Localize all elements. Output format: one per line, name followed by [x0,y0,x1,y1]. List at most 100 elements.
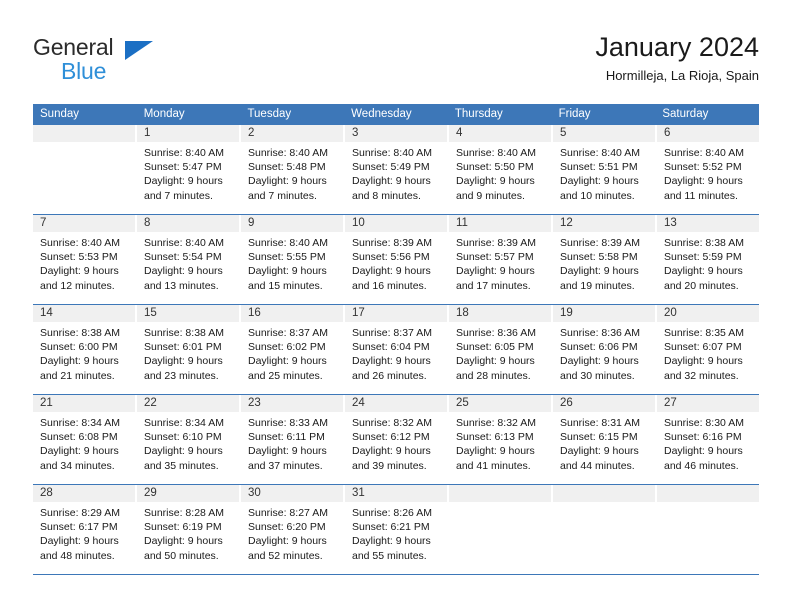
weekday-header-thursday: Thursday [454,108,503,120]
calendar-week-row: 28 Sunrise: 8:29 AM Sunset: 6:17 PM Dayligh… [33,485,759,575]
daylight-duration-line2: and 30 minutes. [560,369,635,382]
day-number: 24 [345,395,447,412]
sunset-time: Sunset: 5:54 PM [144,251,222,264]
day-cell[interactable]: 9 Sunrise: 8:40 AM Sunset: 5:55 PM Daylight… [241,215,345,304]
day-details: Sunrise: 8:39 AM Sunset: 5:58 PM Daylight:… [553,232,655,293]
day-cell[interactable]: 31 Sunrise: 8:26 AM Sunset: 6:21 PM Dayligh… [345,485,449,574]
sunset-time: Sunset: 5:52 PM [664,161,742,174]
day-cell[interactable]: 23 Sunrise: 8:33 AM Sunset: 6:11 PM Dayligh… [241,395,345,484]
day-cell[interactable]: 7 Sunrise: 8:40 AM Sunset: 5:53 PM Daylight… [33,215,137,304]
day-details: Sunrise: 8:40 AM Sunset: 5:47 PM Daylight:… [137,142,239,203]
sunset-time: Sunset: 6:15 PM [560,431,638,444]
day-cell[interactable]: 30 Sunrise: 8:27 AM Sunset: 6:20 PM Dayligh… [241,485,345,574]
sunset-time: Sunset: 6:01 PM [144,341,222,354]
location-subtitle: Hormilleja, La Rioja, Spain [605,68,759,83]
sunset-time: Sunset: 5:58 PM [560,251,638,264]
daylight-duration-line2: and 50 minutes. [144,549,219,562]
day-number: 28 [33,485,135,502]
day-cell[interactable]: 8 Sunrise: 8:40 AM Sunset: 5:54 PM Daylight… [137,215,241,304]
day-cell[interactable]: 25 Sunrise: 8:32 AM Sunset: 6:13 PM Dayligh… [449,395,553,484]
sunset-time: Sunset: 5:59 PM [664,251,742,264]
daylight-duration-line2: and 19 minutes. [560,279,635,292]
sunset-time: Sunset: 5:56 PM [352,251,430,264]
sunset-time: Sunset: 5:49 PM [352,161,430,174]
daylight-duration-line1: Daylight: 9 hours [352,175,431,188]
day-number: 9 [241,215,343,232]
day-details: Sunrise: 8:33 AM Sunset: 6:11 PM Daylight:… [241,412,343,473]
daylight-duration-line2: and 32 minutes. [664,369,739,382]
daylight-duration-line2: and 48 minutes. [40,549,115,562]
day-number: 30 [241,485,343,502]
daylight-duration-line1: Daylight: 9 hours [664,355,743,368]
day-number: 5 [553,125,655,142]
sunrise-time: Sunrise: 8:36 AM [560,327,640,339]
sunrise-time: Sunrise: 8:40 AM [456,147,536,159]
day-number: 20 [657,305,759,322]
day-cell[interactable]: 2 Sunrise: 8:40 AM Sunset: 5:48 PM Daylight… [241,125,345,214]
sunrise-time: Sunrise: 8:34 AM [144,417,224,429]
sunrise-time: Sunrise: 8:40 AM [248,237,328,249]
day-cell[interactable]: 14 Sunrise: 8:38 AM Sunset: 6:00 PM Dayligh… [33,305,137,394]
day-number: 22 [137,395,239,412]
sunrise-time: Sunrise: 8:35 AM [664,327,744,339]
sunrise-time: Sunrise: 8:40 AM [144,237,224,249]
day-details: Sunrise: 8:28 AM Sunset: 6:19 PM Daylight:… [137,502,239,563]
day-cell[interactable]: 1 Sunrise: 8:40 AM Sunset: 5:47 PM Daylight… [137,125,241,214]
day-number: 11 [449,215,551,232]
weekday-header-monday: Monday [143,108,185,120]
daylight-duration-line1: Daylight: 9 hours [40,535,119,548]
weekday-header-saturday: Saturday [662,108,709,120]
generalblue-logo[interactable]: General Blue [33,34,233,88]
day-cell[interactable]: 20 Sunrise: 8:35 AM Sunset: 6:07 PM Dayligh… [657,305,759,394]
sunrise-time: Sunrise: 8:26 AM [352,507,432,519]
daylight-duration-line1: Daylight: 9 hours [664,445,743,458]
day-cell[interactable]: 10 Sunrise: 8:39 AM Sunset: 5:56 PM Dayligh… [345,215,449,304]
weekday-header-row: Sunday Monday Tuesday Wednesday Thursday Frid… [33,104,759,125]
daylight-duration-line1: Daylight: 9 hours [456,355,535,368]
day-cell-empty [657,485,759,574]
day-cell[interactable]: 28 Sunrise: 8:29 AM Sunset: 6:17 PM Dayligh… [33,485,137,574]
daylight-duration-line2: and 17 minutes. [456,279,531,292]
day-details: Sunrise: 8:40 AM Sunset: 5:52 PM Daylight:… [657,142,759,203]
day-cell[interactable]: 17 Sunrise: 8:37 AM Sunset: 6:04 PM Dayligh… [345,305,449,394]
sunrise-time: Sunrise: 8:40 AM [664,147,744,159]
day-number: 8 [137,215,239,232]
day-cell[interactable]: 13 Sunrise: 8:38 AM Sunset: 5:59 PM Dayligh… [657,215,759,304]
daylight-duration-line1: Daylight: 9 hours [144,535,223,548]
day-cell[interactable]: 18 Sunrise: 8:36 AM Sunset: 6:05 PM Dayligh… [449,305,553,394]
calendar-page: General Blue January 2024 Hormilleja, La… [0,0,792,612]
daylight-duration-line2: and 34 minutes. [40,459,115,472]
day-details: Sunrise: 8:38 AM Sunset: 6:00 PM Daylight:… [33,322,135,383]
sunrise-time: Sunrise: 8:40 AM [248,147,328,159]
day-cell[interactable]: 26 Sunrise: 8:31 AM Sunset: 6:15 PM Dayligh… [553,395,657,484]
day-number: 23 [241,395,343,412]
sunrise-time: Sunrise: 8:31 AM [560,417,640,429]
sunrise-time: Sunrise: 8:27 AM [248,507,328,519]
sunrise-time: Sunrise: 8:40 AM [144,147,224,159]
day-cell[interactable]: 5 Sunrise: 8:40 AM Sunset: 5:51 PM Daylight… [553,125,657,214]
day-cell[interactable]: 29 Sunrise: 8:28 AM Sunset: 6:19 PM Dayligh… [137,485,241,574]
day-cell[interactable]: 11 Sunrise: 8:39 AM Sunset: 5:57 PM Dayligh… [449,215,553,304]
day-cell[interactable]: 4 Sunrise: 8:40 AM Sunset: 5:50 PM Daylight… [449,125,553,214]
daylight-duration-line1: Daylight: 9 hours [560,265,639,278]
day-cell[interactable]: 3 Sunrise: 8:40 AM Sunset: 5:49 PM Daylight… [345,125,449,214]
day-details: Sunrise: 8:36 AM Sunset: 6:06 PM Daylight:… [553,322,655,383]
sunset-time: Sunset: 5:47 PM [144,161,222,174]
day-cell[interactable]: 27 Sunrise: 8:30 AM Sunset: 6:16 PM Dayligh… [657,395,759,484]
daylight-duration-line2: and 39 minutes. [352,459,427,472]
day-cell[interactable]: 24 Sunrise: 8:32 AM Sunset: 6:12 PM Dayligh… [345,395,449,484]
day-number: 27 [657,395,759,412]
day-cell[interactable]: 16 Sunrise: 8:37 AM Sunset: 6:02 PM Dayligh… [241,305,345,394]
daylight-duration-line2: and 41 minutes. [456,459,531,472]
sunrise-time: Sunrise: 8:30 AM [664,417,744,429]
daylight-duration-line2: and 12 minutes. [40,279,115,292]
day-cell[interactable]: 19 Sunrise: 8:36 AM Sunset: 6:06 PM Dayligh… [553,305,657,394]
day-cell[interactable]: 15 Sunrise: 8:38 AM Sunset: 6:01 PM Dayligh… [137,305,241,394]
day-number [657,485,759,502]
day-cell[interactable]: 21 Sunrise: 8:34 AM Sunset: 6:08 PM Dayligh… [33,395,137,484]
day-cell[interactable]: 22 Sunrise: 8:34 AM Sunset: 6:10 PM Dayligh… [137,395,241,484]
day-cell[interactable]: 12 Sunrise: 8:39 AM Sunset: 5:58 PM Dayligh… [553,215,657,304]
day-number: 29 [137,485,239,502]
daylight-duration-line1: Daylight: 9 hours [560,355,639,368]
day-cell[interactable]: 6 Sunrise: 8:40 AM Sunset: 5:52 PM Daylight… [657,125,759,214]
